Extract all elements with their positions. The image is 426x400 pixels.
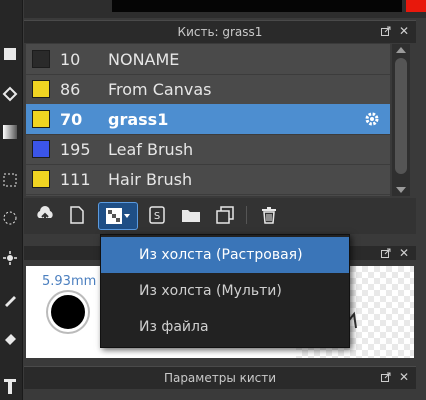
- brush-row-grass1[interactable]: 70 grass1: [26, 104, 390, 135]
- scroll-down-icon[interactable]: [396, 187, 406, 193]
- brush-list: 10 NONAME 86 From Canvas 70 grass1 195 L…: [26, 44, 390, 196]
- open-folder-button[interactable]: [178, 202, 204, 228]
- from-canvas-icon: [106, 208, 122, 224]
- upload-icon: [37, 206, 53, 222]
- ellipse-select-icon[interactable]: [0, 204, 20, 232]
- rect-select-icon[interactable]: [0, 166, 20, 194]
- undock-icon[interactable]: [380, 25, 392, 37]
- menu-item-from-file[interactable]: Из файла: [101, 309, 349, 345]
- new-brush-button[interactable]: [64, 202, 90, 228]
- brush-number: 70: [60, 109, 83, 129]
- brush-color-swatch: [32, 110, 50, 128]
- scroll-up-icon[interactable]: [396, 47, 406, 53]
- color-swatch-red[interactable]: [406, 0, 426, 12]
- close-icon[interactable]: ✕: [398, 371, 410, 383]
- duplicate-icon: [216, 206, 234, 224]
- brush-color-swatch: [32, 80, 50, 98]
- brush-toolbar: S: [24, 198, 416, 234]
- new-page-icon: [70, 206, 84, 224]
- fill-bucket-icon[interactable]: [0, 80, 20, 108]
- chevron-down-icon: [124, 214, 130, 218]
- tool-strip: [0, 0, 23, 400]
- pen-tool-icon[interactable]: [0, 286, 20, 314]
- brush-params-title: Параметры кисти: [163, 371, 277, 385]
- brush-panel-title: Кисть: grass1: [177, 25, 263, 39]
- brush-size-dot: [48, 292, 88, 332]
- brush-color-swatch: [32, 140, 50, 158]
- brush-name: grass1: [108, 109, 169, 129]
- delete-brush-button[interactable]: [256, 202, 282, 228]
- brush-color-swatch: [32, 170, 50, 188]
- brush-number: 111: [60, 169, 91, 189]
- brush-row-from-canvas[interactable]: 86 From Canvas: [26, 74, 390, 105]
- menu-item-from-canvas-multi[interactable]: Из холста (Мульти): [101, 273, 349, 309]
- duplicate-brush-button[interactable]: [212, 202, 238, 228]
- magic-wand-icon[interactable]: [0, 244, 20, 272]
- brush-row-leaf-brush[interactable]: 195 Leaf Brush: [26, 134, 390, 165]
- gradient-tool-icon[interactable]: [0, 118, 20, 146]
- canvas-area: [112, 0, 402, 12]
- color-bar: [24, 0, 426, 18]
- text-tool-icon[interactable]: [0, 372, 20, 400]
- brush-row-hair-brush[interactable]: 111 Hair Brush: [26, 164, 390, 195]
- script-icon: S: [149, 206, 165, 224]
- brush-params-header: Параметры кисти ✕: [24, 366, 416, 389]
- brush-name: Hair Brush: [108, 169, 193, 189]
- from-canvas-dropdown-button[interactable]: [98, 202, 138, 230]
- brush-number: 86: [60, 79, 81, 99]
- rectangle-tool-icon[interactable]: [0, 40, 20, 68]
- eraser-icon[interactable]: [0, 324, 20, 352]
- brush-name: From Canvas: [108, 79, 212, 99]
- close-icon[interactable]: ✕: [398, 25, 410, 37]
- brush-name: NONAME: [108, 49, 180, 69]
- delete-icon: [262, 207, 276, 224]
- undock-icon[interactable]: [380, 247, 392, 259]
- brush-size-label: 5.93mm: [42, 274, 97, 289]
- toolbar-divider: [246, 206, 247, 224]
- script-brush-button[interactable]: S: [144, 202, 170, 228]
- brush-name: Leaf Brush: [108, 139, 194, 159]
- folder-icon: [182, 210, 200, 222]
- close-icon[interactable]: ✕: [398, 247, 410, 259]
- menu-item-from-canvas-raster[interactable]: Из холста (Растровая): [101, 237, 349, 273]
- scroll-thumb[interactable]: [395, 58, 407, 174]
- brush-number: 10: [60, 49, 81, 69]
- brush-panel-header: Кисть: grass1 ✕: [24, 20, 416, 43]
- undock-icon[interactable]: [380, 371, 392, 383]
- brush-list-scrollbar[interactable]: [392, 44, 410, 196]
- from-canvas-menu: Из холста (Растровая) Из холста (Мульти)…: [100, 234, 350, 348]
- upload-button[interactable]: [32, 202, 58, 228]
- brush-color-swatch: [32, 50, 50, 68]
- gear-icon[interactable]: [360, 111, 384, 127]
- brush-row-noname[interactable]: 10 NONAME: [26, 44, 390, 75]
- brush-number: 195: [60, 139, 91, 159]
- svg-text:S: S: [154, 211, 160, 222]
